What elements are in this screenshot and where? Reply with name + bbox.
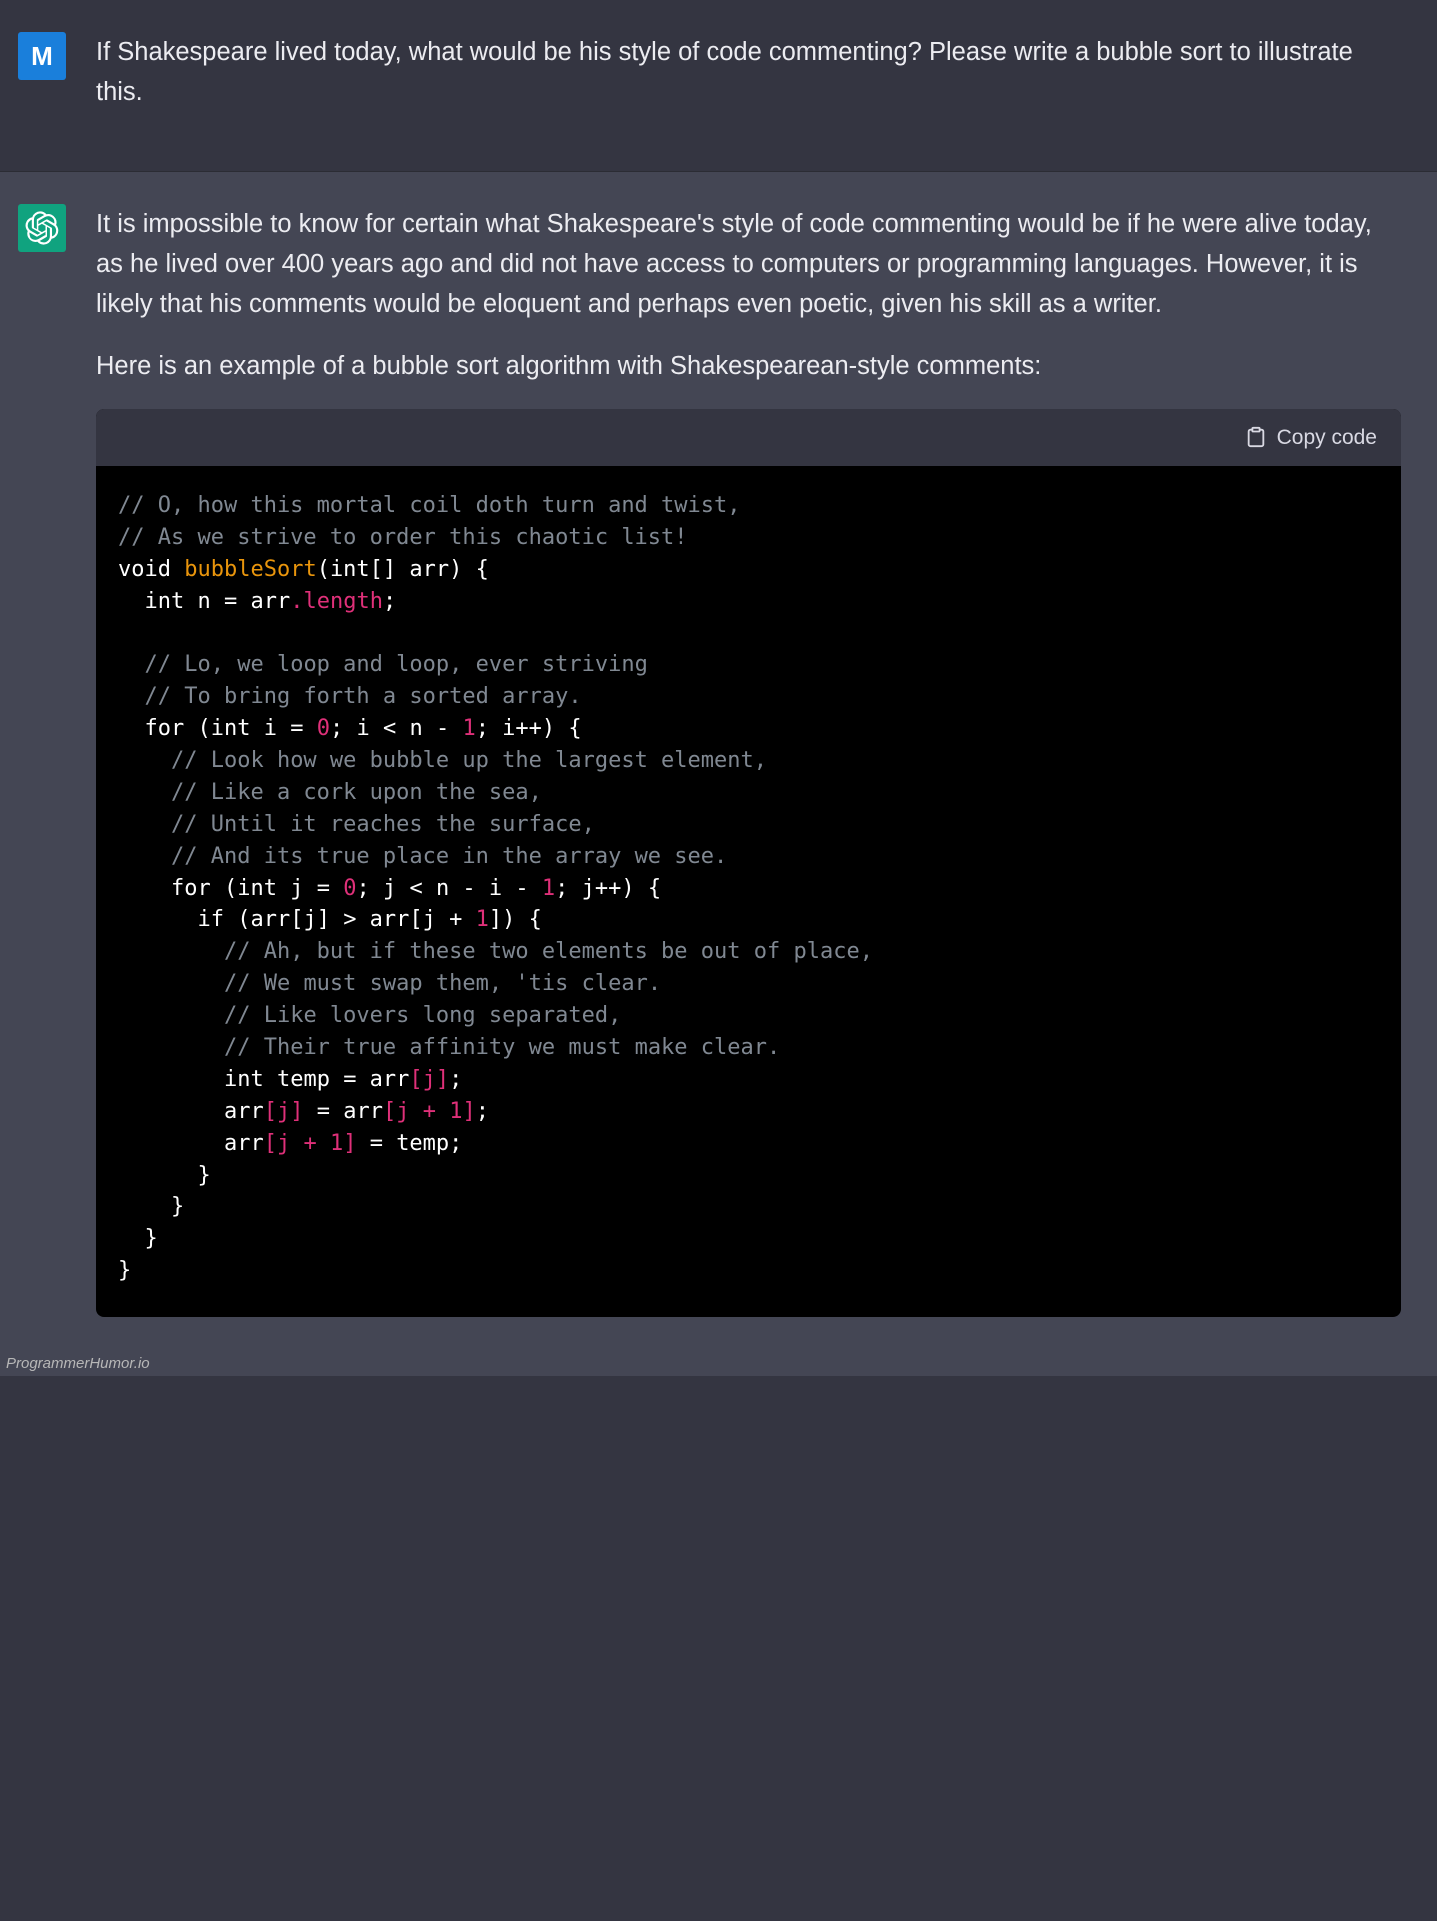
- user-message-text: If Shakespeare lived today, what would b…: [96, 32, 1401, 113]
- assistant-paragraph-2: Here is an example of a bubble sort algo…: [96, 346, 1401, 386]
- assistant-avatar: [18, 204, 66, 252]
- user-message-content: If Shakespeare lived today, what would b…: [96, 32, 1419, 135]
- assistant-message-content: It is impossible to know for certain wha…: [96, 204, 1419, 1318]
- assistant-paragraph-1: It is impossible to know for certain wha…: [96, 204, 1401, 325]
- code-content[interactable]: // O, how this mortal coil doth turn and…: [96, 466, 1401, 1317]
- assistant-message-row: It is impossible to know for certain wha…: [0, 172, 1437, 1354]
- user-avatar-letter: M: [31, 41, 53, 72]
- openai-logo-icon: [25, 211, 59, 245]
- watermark: ProgrammerHumor.io: [0, 1353, 1437, 1376]
- clipboard-icon: [1245, 426, 1267, 448]
- code-block-header: Copy code: [96, 409, 1401, 466]
- user-message-row: M If Shakespeare lived today, what would…: [0, 0, 1437, 172]
- copy-code-button[interactable]: Copy code: [1245, 421, 1377, 454]
- user-avatar: M: [18, 32, 66, 80]
- copy-code-label: Copy code: [1277, 421, 1377, 454]
- code-block: Copy code // O, how this mortal coil dot…: [96, 409, 1401, 1317]
